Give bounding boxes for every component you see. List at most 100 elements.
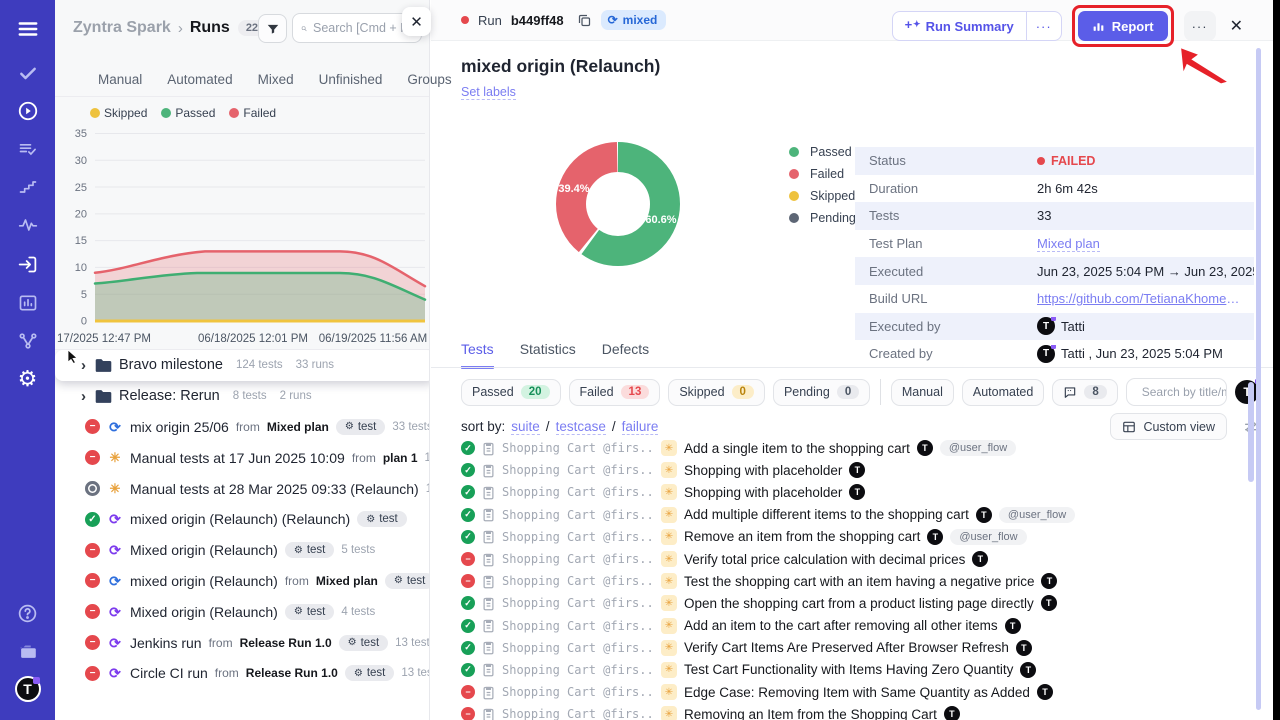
clipboard-icon <box>482 463 495 478</box>
run-group-row[interactable]: › Release: Rerun 8 tests 2 runs <box>55 381 429 412</box>
help-icon[interactable] <box>0 596 55 630</box>
sort-by-failure[interactable]: failure <box>622 419 659 435</box>
breadcrumb-project[interactable]: Zyntra Spark <box>73 19 171 37</box>
runs-search-input[interactable] <box>313 21 413 35</box>
plan-name: plan 1 <box>383 451 418 465</box>
tab-manual[interactable]: Manual <box>98 72 142 87</box>
pending-count-badge: 0 <box>837 385 859 399</box>
sort-separator: / <box>546 419 550 434</box>
defects-pulse-icon[interactable] <box>0 208 55 242</box>
filter-passed[interactable]: Passed20 <box>461 379 561 406</box>
results-donut-chart: 39.4% 60.6% <box>553 139 683 269</box>
test-row[interactable]: −Shopping Cart @firs...✳Verify total pri… <box>461 548 1263 570</box>
run-row[interactable]: −⟳ Circle CI run from Release Run 1.0 ⚙t… <box>55 658 429 689</box>
failed-status-icon: − <box>85 450 100 465</box>
clipboard-icon <box>482 618 495 633</box>
integrations-branch-icon[interactable] <box>0 324 55 358</box>
panel-close-button[interactable]: ✕ <box>402 7 431 36</box>
run-row[interactable]: −⟳ mixed origin (Relaunch) from Mixed pl… <box>55 566 429 597</box>
filter-skipped[interactable]: Skipped0 <box>668 379 765 406</box>
run-row[interactable]: ✳ Manual tests at 28 Mar 2025 09:33 (Rel… <box>55 473 429 504</box>
chevron-right-icon[interactable]: › <box>81 357 86 374</box>
run-row[interactable]: −⟳ Jenkins run from Release Run 1.0 ⚙tes… <box>55 627 429 658</box>
chevron-right-icon[interactable]: › <box>81 388 86 405</box>
passed-status-icon: ✓ <box>461 485 475 499</box>
legend-passed: Passed <box>789 145 856 159</box>
run-row[interactable]: ✓⟳ mixed origin (Relaunch) (Relaunch) ⚙t… <box>55 504 429 535</box>
tab-tests[interactable]: Tests <box>461 341 494 369</box>
plan-name: Release Run 1.0 <box>246 666 338 680</box>
custom-view-button[interactable]: Custom view <box>1110 413 1227 440</box>
test-row[interactable]: ✓Shopping Cart @firs...✳Add a single ite… <box>461 437 1263 459</box>
run-row[interactable]: −⟳ Mixed origin (Relaunch) ⚙test 4 tests <box>55 596 429 627</box>
svg-text:25: 25 <box>75 182 87 194</box>
tab-mixed[interactable]: Mixed <box>258 72 294 87</box>
test-row[interactable]: −Shopping Cart @firs...✳Test the shoppin… <box>461 570 1263 592</box>
set-labels-link[interactable]: Set labels <box>461 85 516 100</box>
tab-groups[interactable]: Groups <box>407 72 451 87</box>
passed-status-icon: ✓ <box>461 641 475 655</box>
test-row[interactable]: ✓Shopping Cart @firs...✳Remove an item f… <box>461 526 1263 548</box>
filter-comments[interactable]: 8 <box>1052 379 1117 406</box>
filter-automated[interactable]: Automated <box>962 379 1044 406</box>
settings-gear-icon[interactable]: ⚙ <box>0 362 55 396</box>
manual-test-icon: ✳ <box>661 684 677 700</box>
breadcrumb-section[interactable]: Runs <box>190 19 230 37</box>
filter-pending[interactable]: Pending0 <box>773 379 870 406</box>
testcases-check-icon[interactable] <box>0 56 55 90</box>
test-row[interactable]: −Shopping Cart @firs...✳Removing an Item… <box>461 703 1263 720</box>
test-row[interactable]: −Shopping Cart @firs...✳Edge Case: Remov… <box>461 681 1263 703</box>
test-row[interactable]: ✓Shopping Cart @firs...✳Add an item to t… <box>461 615 1263 637</box>
tab-unfinished[interactable]: Unfinished <box>319 72 383 87</box>
svg-text:39.4%: 39.4% <box>558 183 589 195</box>
test-plans-icon[interactable] <box>0 132 55 166</box>
filter-failed[interactable]: Failed13 <box>569 379 661 406</box>
run-row[interactable]: −⟳ mix origin 25/06 from Mixed plan ⚙tes… <box>55 412 429 443</box>
sort-by-testcase[interactable]: testcase <box>556 419 606 435</box>
run-summary-more-button[interactable]: ··· <box>1026 12 1061 40</box>
tab-automated[interactable]: Automated <box>167 72 232 87</box>
filter-manual[interactable]: Manual <box>891 379 954 406</box>
tab-statistics[interactable]: Statistics <box>520 341 576 369</box>
tab-defects[interactable]: Defects <box>602 341 649 369</box>
imports-icon[interactable] <box>0 247 55 281</box>
milestones-steps-icon[interactable] <box>0 170 55 204</box>
projects-folder-icon[interactable] <box>0 634 55 668</box>
tests-search[interactable] <box>1126 378 1227 406</box>
bar-chart-icon <box>1092 20 1105 33</box>
more-options-button[interactable]: ··· <box>1184 11 1216 41</box>
report-button[interactable]: Report <box>1078 11 1168 41</box>
runs-list: › Bravo milestone 124 tests 33 runs › Re… <box>55 350 429 720</box>
detail-label: Executed by <box>855 319 1037 334</box>
tests-scrollbar[interactable] <box>1248 382 1254 482</box>
run-group-row[interactable]: › Bravo milestone 124 tests 33 runs <box>55 350 429 381</box>
test-row[interactable]: ✓Shopping Cart @firs...✳Test Cart Functi… <box>461 659 1263 681</box>
run-type-badge[interactable]: ⟳mixed <box>601 10 667 30</box>
test-row[interactable]: ✓Shopping Cart @firs...✳Shopping with pl… <box>461 481 1263 503</box>
build-url-link[interactable]: https://github.com/TetianaKhomenko/Load-… <box>1037 291 1246 306</box>
reports-chart-icon[interactable] <box>0 286 55 320</box>
user-avatar[interactable]: T <box>0 672 55 706</box>
menu-icon[interactable] <box>0 12 55 46</box>
panel-scrollbar[interactable] <box>1256 48 1261 710</box>
test-plan-link[interactable]: Mixed plan <box>1037 236 1100 252</box>
skipped-count-badge: 0 <box>732 385 754 399</box>
copy-icon[interactable] <box>577 13 592 28</box>
refresh-icon: ⟳ <box>608 13 618 27</box>
run-row[interactable]: −✳ Manual tests at 17 Jun 2025 10:09 fro… <box>55 442 429 473</box>
group-runs-count: 2 runs <box>280 390 312 402</box>
runs-type-tabs: Manual Automated Mixed Unfinished Groups <box>55 62 429 96</box>
test-row[interactable]: ✓Shopping Cart @firs...✳Add multiple dif… <box>461 504 1263 526</box>
runs-play-icon[interactable] <box>0 94 55 128</box>
sort-by-suite[interactable]: suite <box>511 419 540 435</box>
close-detail-button[interactable]: ✕ <box>1226 12 1247 40</box>
filter-button[interactable] <box>258 14 287 43</box>
test-row[interactable]: ✓Shopping Cart @firs...✳Open the shoppin… <box>461 592 1263 614</box>
tests-search-input[interactable] <box>1142 385 1227 399</box>
run-row[interactable]: −⟳ Mixed origin (Relaunch) ⚙test 5 tests <box>55 535 429 566</box>
run-summary-button[interactable]: +✦ Run Summary <box>893 12 1026 40</box>
manual-test-icon: ✳ <box>661 551 677 567</box>
test-row[interactable]: ✓Shopping Cart @firs...✳Verify Cart Item… <box>461 637 1263 659</box>
manual-test-icon: ✳ <box>661 529 677 545</box>
test-row[interactable]: ✓Shopping Cart @firs...✳Shopping with pl… <box>461 459 1263 481</box>
